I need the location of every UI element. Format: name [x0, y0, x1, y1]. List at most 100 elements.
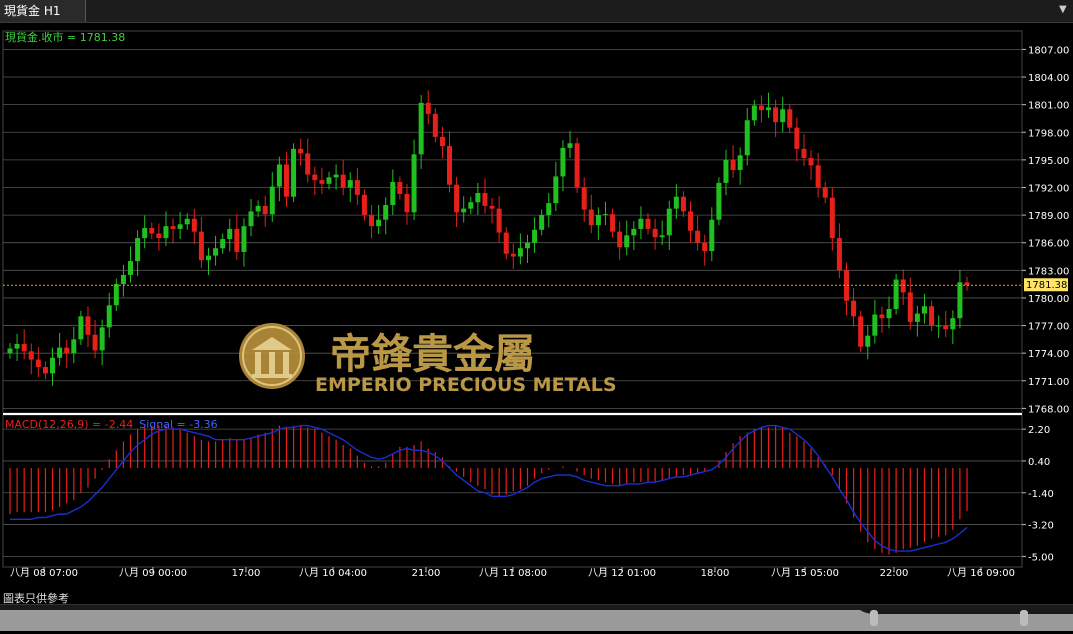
time-tick-label: 八月 11 08:00	[479, 567, 547, 579]
candle-body	[156, 233, 162, 239]
candle-body	[581, 187, 587, 210]
candle-body	[886, 308, 892, 319]
candle-body	[425, 102, 431, 114]
scroll-handle-right[interactable]	[1020, 610, 1028, 626]
candle-body	[439, 136, 445, 147]
candle-body	[737, 155, 743, 170]
candle-body	[163, 226, 169, 239]
current-price-tag: 1781.38	[1024, 278, 1068, 292]
candle-body	[673, 196, 679, 209]
price-tick-label: 1795.00	[1028, 156, 1069, 167]
candle-body	[354, 180, 360, 195]
candle-body	[92, 334, 98, 351]
chart-tab[interactable]: 現貨金 H1	[0, 0, 86, 22]
candle-body	[815, 165, 821, 188]
candle-body	[638, 218, 644, 229]
price-tick-label: 1783.00	[1028, 266, 1069, 277]
time-tick-label: 八月 08 07:00	[10, 567, 78, 579]
candle-body	[865, 335, 871, 347]
candle-body	[283, 164, 289, 197]
candle-body	[262, 205, 268, 215]
candle-body	[730, 159, 736, 170]
candle-body	[376, 219, 382, 227]
chevron-down-icon[interactable]: ▼	[1059, 5, 1069, 15]
candle-body	[269, 186, 275, 215]
candle-body	[510, 253, 516, 257]
candle-body	[524, 242, 530, 249]
chart-tab-label: 現貨金 H1	[4, 4, 61, 18]
chart-titlebar: 現貨金 H1 ▼	[0, 0, 1073, 23]
time-tick-label: 八月 16 09:00	[947, 567, 1015, 579]
chart-area[interactable]: 帝鋒貴金屬 EMPERIO PRECIOUS METALS 1807.00 180…	[0, 23, 1073, 634]
candle-body	[475, 193, 481, 203]
candle-body	[248, 211, 254, 227]
candle-body	[879, 314, 885, 319]
signal-legend-value: Signal = -3.36	[139, 418, 217, 431]
candle-body	[347, 180, 353, 188]
time-tick-label: 八月 09 00:00	[119, 567, 187, 579]
candle-body	[28, 351, 34, 360]
candle-body	[135, 238, 141, 262]
candle-body	[617, 231, 623, 248]
candle-body	[758, 105, 764, 111]
macd-legend-value: MACD(12,26,9) = -2.44	[5, 418, 133, 431]
candle-body	[936, 325, 942, 327]
time-tick-label: 21:00	[412, 568, 441, 579]
macd-tick-label: -5.00	[1028, 552, 1054, 563]
candle-body	[695, 230, 701, 243]
macd-tick-label: 2.20	[1028, 425, 1050, 436]
candle-body	[177, 224, 183, 229]
candle-body	[276, 164, 282, 187]
time-tick-label: 八月 15 05:00	[771, 567, 839, 579]
candle-body	[532, 229, 538, 243]
price-tick-label: 1801.00	[1028, 101, 1069, 112]
candle-body	[326, 177, 332, 184]
price-tick-label: 1777.00	[1028, 322, 1069, 333]
candle-body	[42, 366, 48, 374]
candle-body	[447, 146, 453, 185]
candle-body	[702, 242, 708, 251]
candle-body	[766, 107, 772, 111]
time-tick-label: 八月 12 01:00	[588, 567, 656, 579]
price-tick-label: 1804.00	[1028, 73, 1069, 84]
price-tick-label: 1798.00	[1028, 128, 1069, 139]
candle-body	[645, 218, 651, 229]
candle-body	[546, 203, 552, 216]
candle-body	[836, 238, 842, 271]
candle-body	[957, 282, 963, 319]
candle-body	[680, 196, 686, 212]
candle-body	[7, 348, 13, 354]
candle-body	[305, 153, 311, 175]
candle-body	[489, 205, 495, 209]
candle-body	[106, 305, 112, 328]
candle-body	[14, 343, 20, 349]
candle-body	[503, 232, 509, 254]
candle-body	[921, 306, 927, 314]
macd-tick-label: -3.20	[1028, 521, 1054, 532]
macd-tick-label: 0.40	[1028, 457, 1050, 468]
candle-body	[780, 109, 786, 123]
scroll-handle-left[interactable]	[870, 610, 878, 626]
price-tick-label: 1771.00	[1028, 377, 1069, 388]
candle-body	[801, 148, 807, 159]
candle-body	[574, 143, 580, 188]
candle-body	[588, 209, 594, 226]
macd-legend: MACD(12,26,9) = -2.44 Signal = -3.36	[5, 418, 218, 431]
candle-body	[213, 248, 219, 256]
price-tick-label: 1807.00	[1028, 45, 1069, 56]
candle-body	[255, 205, 261, 212]
candle-body	[454, 184, 460, 213]
candle-body	[312, 174, 318, 181]
horizontal-scrollbar[interactable]	[0, 604, 1073, 631]
price-legend: 現貨金.收市 = 1781.38	[5, 30, 125, 44]
candle-body	[411, 154, 417, 213]
price-tick-label: 1789.00	[1028, 211, 1069, 222]
candle-body	[517, 248, 523, 257]
candle-body	[21, 343, 27, 352]
price-tick-label: 1774.00	[1028, 349, 1069, 360]
time-tick-label: 18:00	[701, 568, 730, 579]
candle-body	[539, 215, 545, 230]
candle-body	[610, 214, 616, 232]
candle-body	[716, 182, 722, 220]
candle-body	[113, 284, 119, 306]
